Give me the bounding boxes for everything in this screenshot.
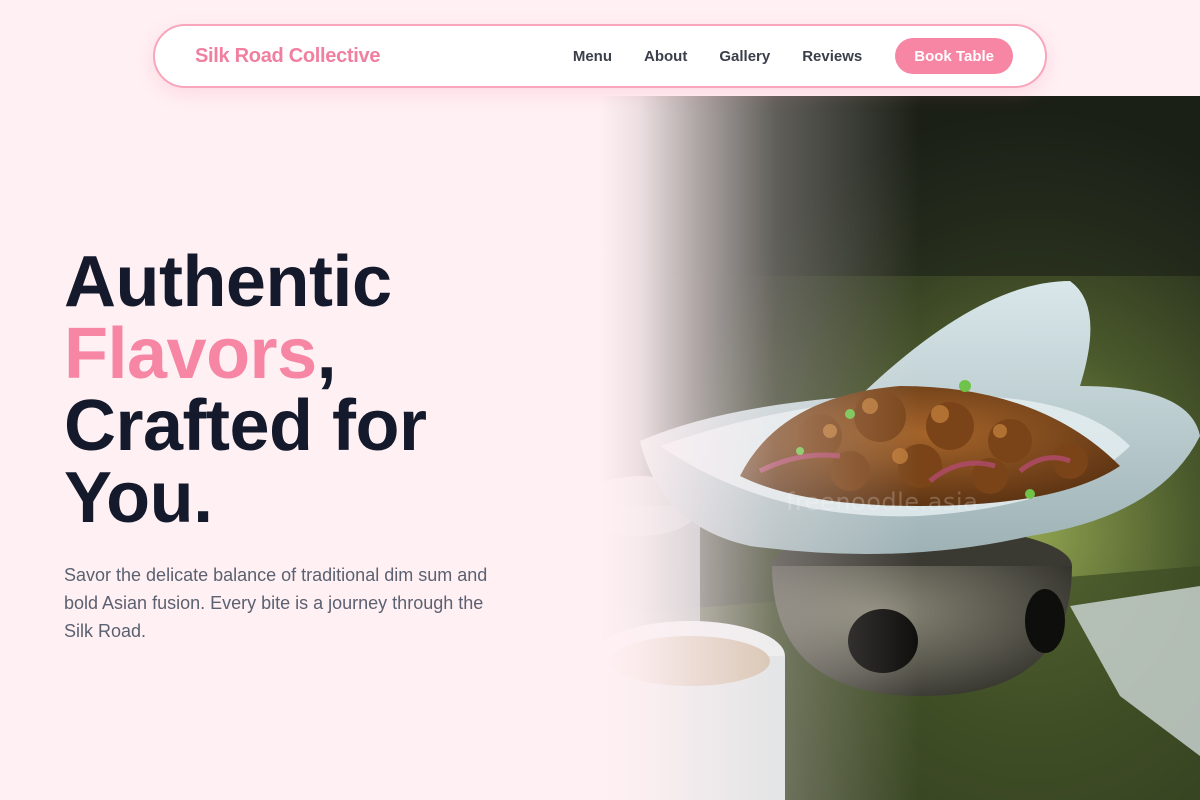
nav-link-gallery[interactable]: Gallery [719, 48, 770, 65]
headline-line-1: Authentic [64, 242, 392, 322]
hero-subtitle: Savor the delicate balance of traditiona… [64, 565, 488, 641]
hero-headline: Authentic Flavors, Crafted for You. [64, 246, 427, 534]
nav-links: Menu About Gallery Reviews [573, 48, 862, 65]
image-fade-overlay [600, 96, 920, 800]
headline-comma: , [316, 314, 337, 394]
image-watermark: freenoodle.asia [786, 488, 979, 516]
top-nav: Silk Road Collective Menu About Gallery … [153, 24, 1047, 88]
brand-logo-link[interactable]: Silk Road Collective [195, 45, 380, 68]
headline-line-2: Flavors, [64, 318, 427, 390]
nav-link-reviews[interactable]: Reviews [802, 48, 862, 65]
book-table-button[interactable]: Book Table [895, 38, 1013, 74]
hero-food-image: freenoodle.asia [600, 96, 1200, 800]
nav-link-menu[interactable]: Menu [573, 48, 612, 65]
headline-line-3: Crafted for [64, 386, 427, 466]
nav-link-about[interactable]: About [644, 48, 687, 65]
headline-line-4: You. [64, 458, 213, 538]
headline-accent-word: Flavors [64, 314, 317, 394]
